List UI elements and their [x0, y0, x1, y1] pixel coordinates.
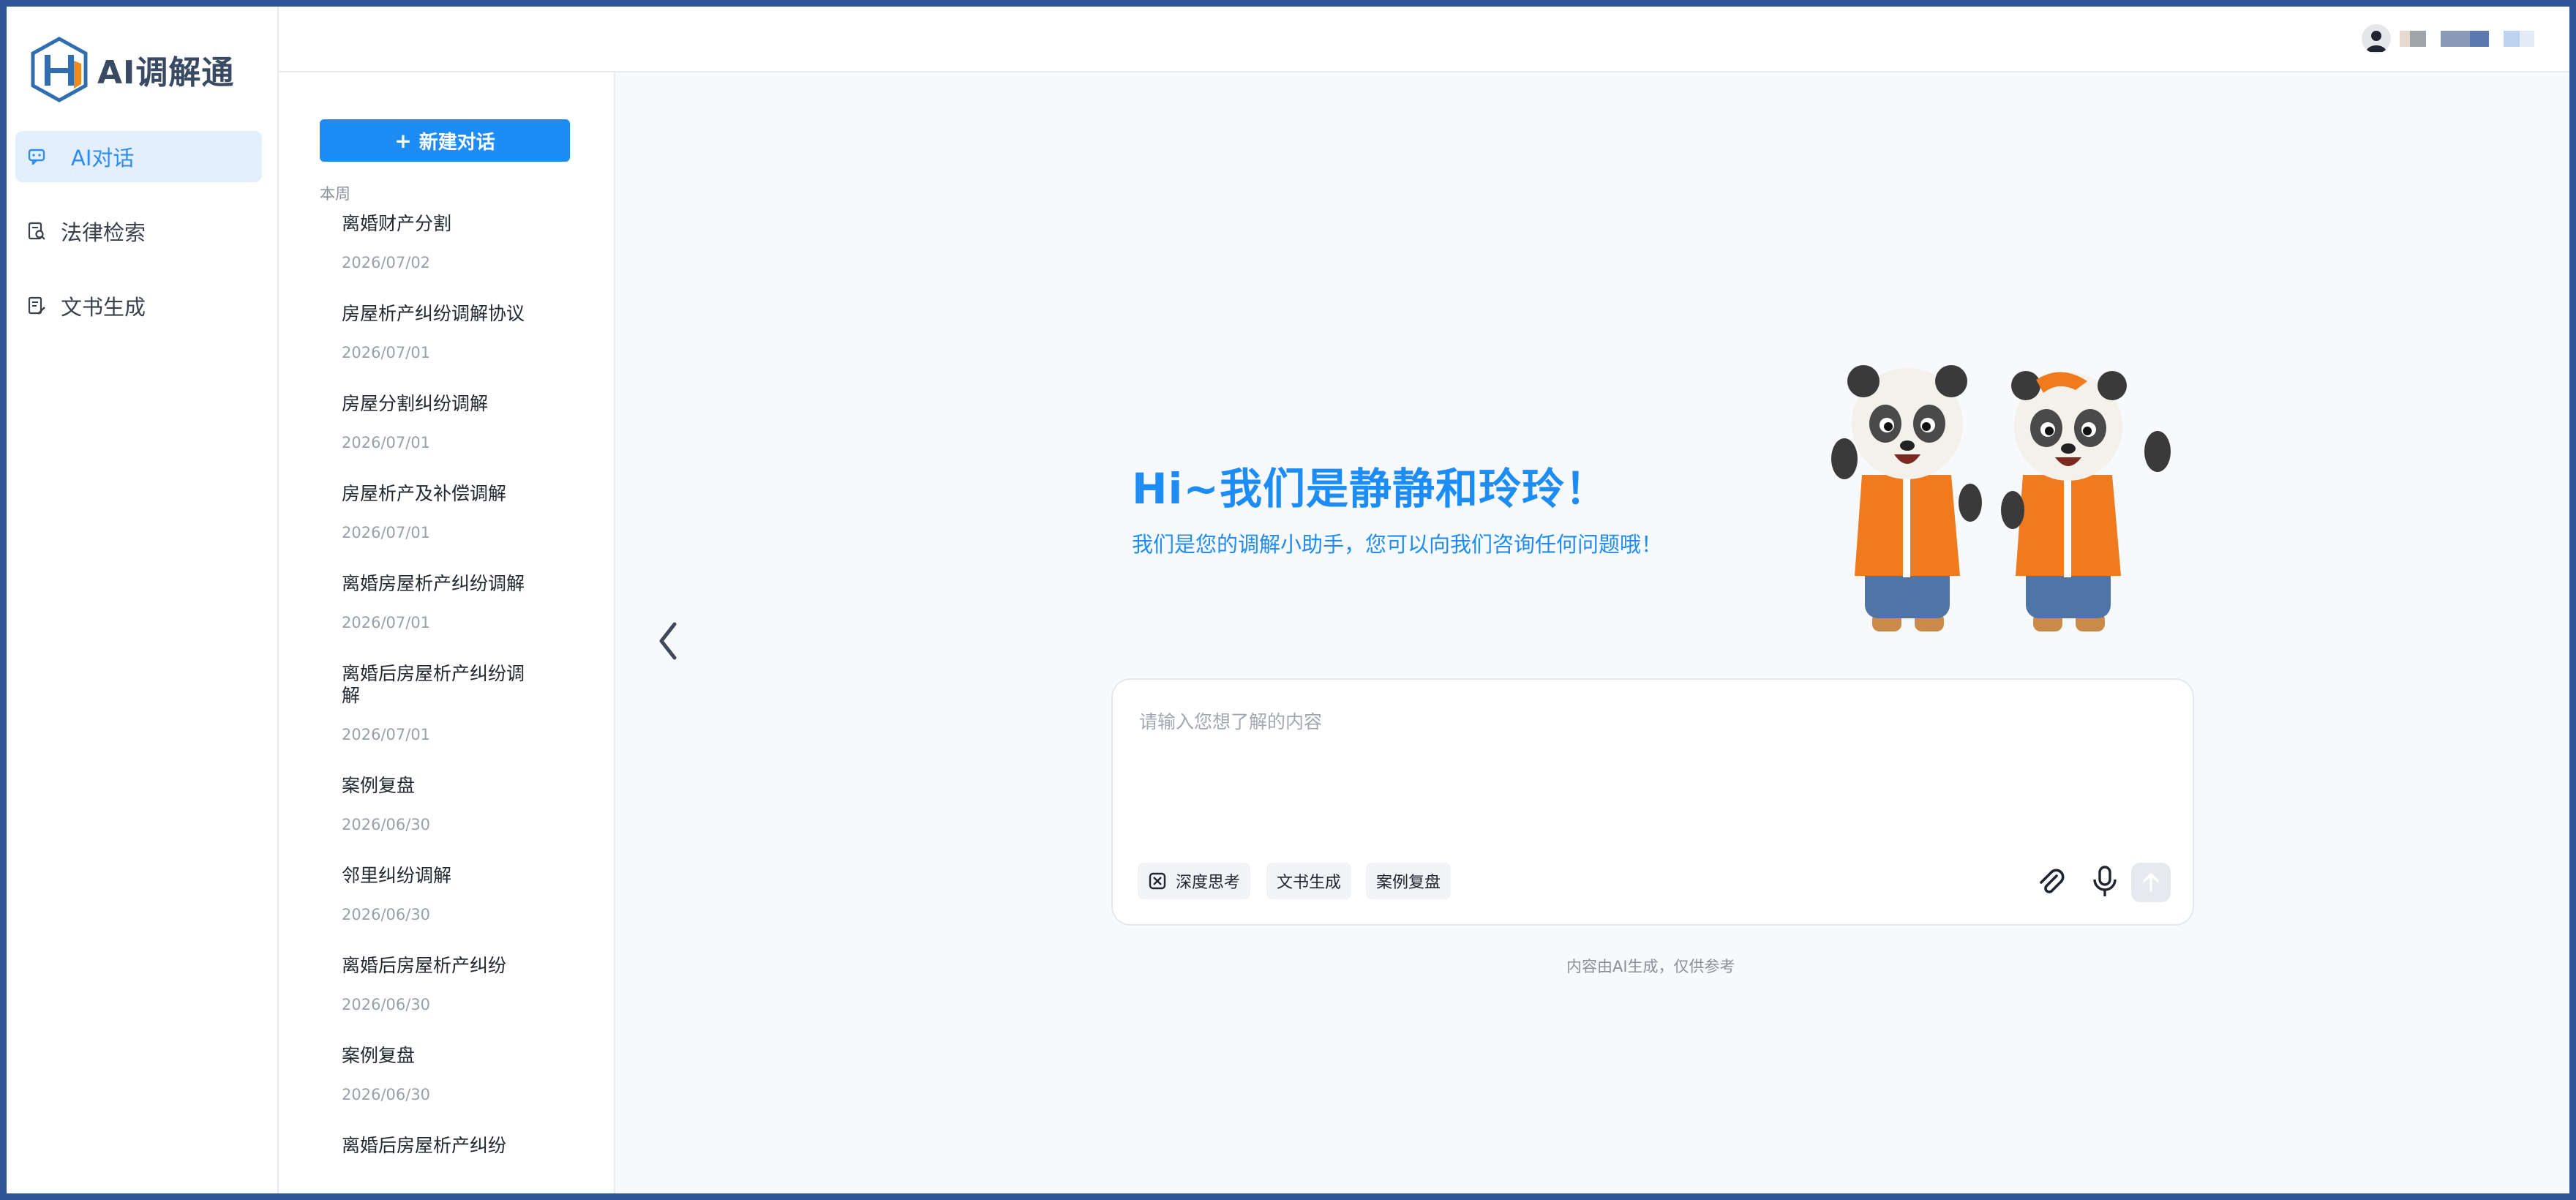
- document-generation-chip-label: 文书生成: [1277, 874, 1342, 892]
- history-item-date: 2026/06/30: [342, 816, 431, 833]
- history-item-date: 2026/07/01: [342, 434, 431, 451]
- history-item[interactable]: 案例复盘 2026/06/30: [342, 1045, 561, 1135]
- chat-input[interactable]: [1139, 708, 2149, 810]
- history-item-title: 离婚房屋析产纠纷调解: [342, 573, 525, 594]
- history-item-title: 案例复盘: [342, 775, 416, 796]
- ai-disclaimer: 内容由AI生成，仅供参考: [1566, 958, 1735, 975]
- panda-mascots-illustration: [1831, 365, 2171, 631]
- chevron-left-icon: [659, 622, 677, 660]
- paperclip-icon: [2040, 869, 2065, 893]
- welcome-title: Hi~我们是静静和玲玲！: [1132, 464, 1609, 514]
- document-icon: [27, 296, 46, 315]
- history-group-label: 本周: [320, 185, 350, 203]
- history-item-date: 2026/06/30: [342, 906, 431, 923]
- welcome-subtitle: 我们是您的调解小助手，您可以向我们咨询任何问题哦！: [1132, 532, 1663, 557]
- history-item[interactable]: 房屋分割纠纷调解 2026/07/01: [342, 393, 561, 483]
- history-item-title: 房屋分割纠纷调解: [342, 393, 489, 414]
- sidebar-item-label: 法律检索: [61, 220, 146, 245]
- history-item[interactable]: 离婚财产分割 2026/07/02: [342, 213, 561, 303]
- history-item-title: 离婚后房屋析产纠纷调解: [342, 663, 525, 706]
- panda-mascot-left: [1831, 365, 1982, 631]
- app-window: AI调解通 AI对话 法律检索 文书生成 + 新建对话 本周 离婚财产分割 20…: [7, 7, 2569, 1193]
- history-item[interactable]: 离婚后房屋析产纠纷调解 2026/07/01: [342, 663, 561, 775]
- history-item[interactable]: 离婚后房屋析产纠纷 2026/06/30: [342, 955, 561, 1045]
- history-item[interactable]: 离婚后房屋析产纠纷: [342, 1135, 561, 1193]
- new-conversation-button[interactable]: + 新建对话: [320, 119, 570, 162]
- history-item[interactable]: 房屋析产纠纷调解协议 2026/07/01: [342, 303, 561, 393]
- sidebar-item-document-generation[interactable]: 文书生成: [15, 280, 262, 331]
- user-menu[interactable]: [2362, 24, 2534, 53]
- law-search-icon: [27, 222, 46, 241]
- history-item[interactable]: 房屋析产及补偿调解 2026/07/01: [342, 483, 561, 573]
- top-bar: [279, 7, 2569, 72]
- history-item-title: 离婚后房屋析产纠纷: [342, 1135, 507, 1156]
- history-item-date: 2026/06/30: [342, 996, 431, 1013]
- panda-mascot-right: [2001, 371, 2171, 631]
- history-item-title: 案例复盘: [342, 1045, 416, 1066]
- history-item[interactable]: 邻里纠纷调解 2026/06/30: [342, 865, 561, 955]
- history-item[interactable]: 案例复盘 2026/06/30: [342, 775, 561, 865]
- history-item-date: 2026/07/01: [342, 614, 431, 631]
- deep-think-icon: [1148, 871, 1167, 890]
- sidebar-item-label: 文书生成: [61, 295, 146, 320]
- history-list: 离婚财产分割 2026/07/02 房屋析产纠纷调解协议 2026/07/01 …: [342, 213, 561, 1193]
- collapse-history-button[interactable]: [653, 615, 683, 667]
- history-item-title: 离婚财产分割: [342, 213, 452, 234]
- case-review-chip[interactable]: 案例复盘: [1366, 863, 1452, 899]
- attach-button[interactable]: [2030, 861, 2071, 902]
- history-item-title: 房屋析产纠纷调解协议: [342, 303, 525, 324]
- conversation-history-panel: + 新建对话 本周 离婚财产分割 2026/07/02 房屋析产纠纷调解协议 2…: [279, 72, 615, 1193]
- history-item-date: 2026/07/01: [342, 344, 431, 361]
- deep-think-toggle[interactable]: 深度思考: [1138, 863, 1251, 899]
- avatar[interactable]: [2362, 24, 2391, 53]
- logo: AI调解通: [29, 33, 234, 106]
- document-generation-chip[interactable]: 文书生成: [1266, 863, 1352, 899]
- logo-icon: [31, 37, 88, 102]
- plus-icon: +: [394, 128, 412, 153]
- new-conversation-label: 新建对话: [418, 131, 495, 154]
- chat-icon: [27, 147, 46, 166]
- chat-input-card: 深度思考 文书生成 案例复盘: [1111, 678, 2194, 926]
- history-item-date: 2026/07/01: [342, 726, 431, 743]
- send-button[interactable]: [2131, 863, 2171, 902]
- microphone-icon: [2093, 866, 2117, 896]
- history-item-date: 2026/07/01: [342, 524, 431, 541]
- history-item[interactable]: 离婚房屋析产纠纷调解 2026/07/01: [342, 573, 561, 663]
- case-review-chip-label: 案例复盘: [1376, 874, 1441, 892]
- voice-input-button[interactable]: [2084, 861, 2125, 902]
- sidebar-item-law-search[interactable]: 法律检索: [15, 206, 262, 257]
- sidebar-nav: AI调解通 AI对话 法律检索 文书生成: [7, 7, 279, 1193]
- history-item-date: 2026/07/02: [342, 254, 431, 271]
- history-item-title: 房屋析产及补偿调解: [342, 483, 507, 504]
- sidebar-item-ai-chat[interactable]: AI对话: [15, 131, 262, 182]
- deep-think-label: 深度思考: [1176, 874, 1241, 892]
- history-item-title: 邻里纠纷调解: [342, 865, 452, 886]
- history-item-date: 2026/06/30: [342, 1086, 431, 1103]
- history-item-title: 离婚后房屋析产纠纷: [342, 955, 507, 976]
- arrow-up-icon: [2143, 873, 2159, 892]
- sidebar-item-label: AI对话: [71, 146, 135, 170]
- app-name: AI调解通: [97, 54, 235, 91]
